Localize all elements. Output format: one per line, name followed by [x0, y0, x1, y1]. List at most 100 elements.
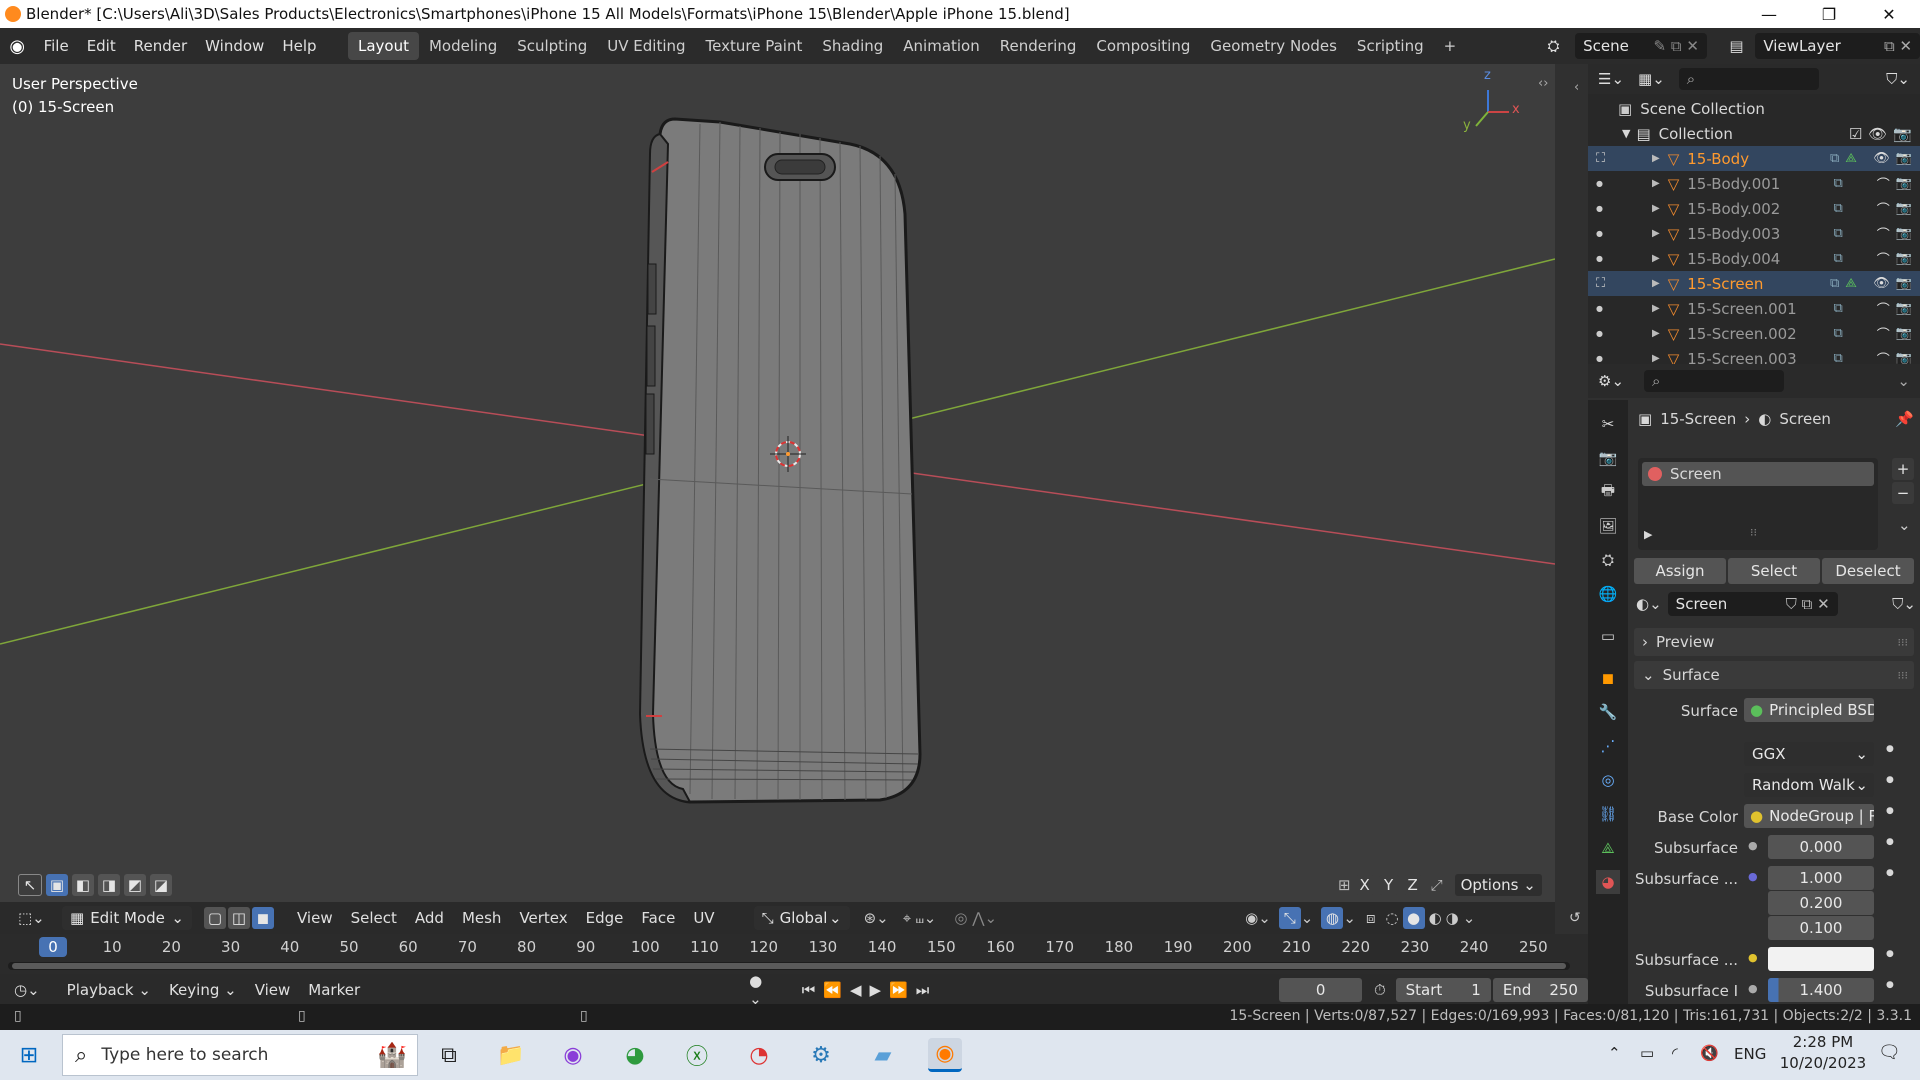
- gizmo-dropdown-icon[interactable]: ⌄: [1301, 909, 1314, 927]
- slot-specials-icon[interactable]: ⌄: [1898, 516, 1911, 534]
- viewport-menu-edge[interactable]: Edge: [577, 909, 633, 927]
- blender-menu-icon[interactable]: ◉: [0, 36, 35, 57]
- photo-app-icon[interactable]: ◉: [556, 1038, 590, 1072]
- collection-checkbox[interactable]: ☑: [1849, 125, 1862, 143]
- visibility-icon[interactable]: ◉⌄: [1245, 909, 1271, 927]
- rendered-shading-icon[interactable]: ◑: [1446, 909, 1459, 927]
- properties-editor-icon[interactable]: ⚙⌄: [1598, 372, 1624, 390]
- remove-slot-button[interactable]: −: [1892, 482, 1914, 504]
- collection-expand-icon[interactable]: ▼: [1622, 127, 1630, 140]
- region-toggle-strip[interactable]: ‹ ↺: [1555, 64, 1588, 934]
- deselect-button[interactable]: Deselect: [1822, 558, 1914, 584]
- dot-icon[interactable]: ●: [1596, 354, 1614, 363]
- outliner-item[interactable]: ● ▶ ▽ 15-Screen.002 ⧉ ⌒ 📷: [1588, 321, 1920, 346]
- marker-menu[interactable]: Marker: [299, 981, 369, 999]
- keyframe-dot-icon[interactable]: ●: [1886, 744, 1894, 754]
- mode-selector[interactable]: ▦ Edit Mode ⌄: [62, 906, 192, 930]
- preview-section[interactable]: › Preview ⁝⁝⁝: [1634, 628, 1914, 656]
- snap-icon[interactable]: ⌖ ⧢⌄: [903, 909, 937, 927]
- tab-uv-editing[interactable]: UV Editing: [597, 32, 695, 60]
- select-invert-icon[interactable]: ◩: [124, 874, 146, 896]
- tab-compositing[interactable]: Compositing: [1086, 32, 1200, 60]
- language-indicator[interactable]: ENG: [1734, 1045, 1766, 1063]
- taskbar-search-box[interactable]: ⌕ Type here to search 🏰: [62, 1034, 418, 1076]
- tab-layout[interactable]: Layout: [347, 32, 419, 60]
- material-browse-icon[interactable]: ◐⌄: [1636, 595, 1662, 613]
- view-layer-tab-icon[interactable]: 🖼: [1596, 514, 1620, 538]
- keyframe-dot-icon[interactable]: ●: [1886, 949, 1894, 959]
- notes-app-icon[interactable]: ▰: [866, 1038, 900, 1072]
- particles-tab-icon[interactable]: ⋰: [1596, 734, 1620, 758]
- proportional-edit-icon[interactable]: ◎ ⋀⌄: [954, 909, 997, 927]
- object-tab-icon[interactable]: ◼: [1596, 666, 1620, 690]
- eye-icon[interactable]: 👁: [1873, 151, 1890, 166]
- dot-icon[interactable]: ●: [1596, 204, 1614, 213]
- eye-closed-icon[interactable]: ⌒: [1877, 224, 1890, 243]
- camera-icon[interactable]: 📷: [1896, 351, 1912, 364]
- outliner-search-input[interactable]: ⌕: [1678, 68, 1819, 90]
- options-dropdown[interactable]: Options ⌄: [1454, 874, 1542, 896]
- camera-icon[interactable]: 📷: [1896, 251, 1912, 266]
- scene-ops-icon[interactable]: ↺: [1569, 910, 1581, 926]
- vertex-select-icon[interactable]: ▢: [204, 907, 226, 929]
- pivot-icon[interactable]: ⊛⌄: [864, 909, 889, 927]
- end-frame-field[interactable]: End 250: [1492, 978, 1588, 1002]
- filter-icon[interactable]: ⛉⌄: [1886, 70, 1910, 88]
- expand-icon[interactable]: ▶: [1652, 303, 1660, 314]
- editor-type-icon[interactable]: ⬚⌄: [18, 909, 52, 927]
- expand-icon[interactable]: ▶: [1652, 153, 1660, 164]
- outliner-display-mode-icon[interactable]: ▦⌄: [1638, 70, 1665, 88]
- scene-collection-row[interactable]: ▣ Scene Collection: [1588, 96, 1920, 121]
- keyframe-dot-icon[interactable]: ●: [1886, 868, 1894, 878]
- subsurface-color-swatch[interactable]: [1768, 947, 1874, 971]
- properties-search-input[interactable]: ⌕: [1644, 370, 1785, 392]
- timeline-scrollbar[interactable]: [8, 962, 1570, 970]
- expand-icon[interactable]: ▶: [1652, 228, 1660, 239]
- dot-icon[interactable]: ●: [1596, 179, 1614, 188]
- wireframe-shading-icon[interactable]: ◌: [1385, 909, 1398, 927]
- expand-icon[interactable]: ▶: [1652, 353, 1660, 364]
- camera-icon[interactable]: 📷: [1896, 301, 1912, 316]
- menu-help[interactable]: Help: [273, 37, 325, 55]
- jump-start-icon[interactable]: ⏮: [802, 981, 816, 999]
- playback-menu[interactable]: Playback ⌄: [58, 981, 160, 999]
- menu-edit[interactable]: Edit: [78, 37, 125, 55]
- jump-end-icon[interactable]: ⏭: [916, 981, 930, 999]
- outliner-item[interactable]: ● ▶ ▽ 15-Body.004 ⧉ ⌒ 📷: [1588, 246, 1920, 271]
- modifier-tab-icon[interactable]: 🔧: [1596, 700, 1620, 724]
- physics-tab-icon[interactable]: ◎: [1596, 768, 1620, 792]
- collection-row[interactable]: ▼ ▤ Collection ☑ 👁 📷: [1588, 121, 1920, 146]
- axis-z-button[interactable]: Z: [1402, 875, 1423, 895]
- material-tab-icon[interactable]: ◕: [1596, 870, 1620, 894]
- data-tab-icon[interactable]: ⟁: [1596, 836, 1620, 860]
- tab-texture-paint[interactable]: Texture Paint: [696, 32, 813, 60]
- expand-icon[interactable]: ▶: [1652, 178, 1660, 189]
- tray-chevron-icon[interactable]: ⌃: [1608, 1044, 1621, 1062]
- scene-tab-icon[interactable]: ⛭: [1596, 548, 1620, 572]
- expand-icon[interactable]: ▶: [1652, 203, 1660, 214]
- eye-closed-icon[interactable]: ⌒: [1877, 349, 1890, 364]
- select-extend-icon[interactable]: ◧: [72, 874, 94, 896]
- view-layer-selector[interactable]: ViewLayer ⧉ ✕: [1755, 33, 1920, 59]
- axis-x-button[interactable]: X: [1354, 875, 1375, 895]
- eye-closed-icon[interactable]: ⌒: [1877, 249, 1890, 268]
- distribution-dropdown[interactable]: GGX ⌄: [1744, 742, 1874, 766]
- menu-file[interactable]: File: [35, 37, 78, 55]
- gizmo-toggle-icon[interactable]: ⤡: [1278, 907, 1301, 929]
- dot-icon[interactable]: ●: [1596, 304, 1614, 313]
- collapse-arrow-icon[interactable]: ‹: [1574, 80, 1579, 95]
- axis-y-button[interactable]: Y: [1378, 875, 1399, 895]
- scene-icon[interactable]: ⛭: [1547, 37, 1575, 55]
- camera-icon[interactable]: 📷: [1896, 276, 1912, 291]
- camera-icon[interactable]: 📷: [1896, 151, 1912, 166]
- viewport-menu-vertex[interactable]: Vertex: [510, 909, 576, 927]
- timeline-editor-icon[interactable]: ◷⌄: [14, 981, 40, 999]
- outliner-item[interactable]: ● ▶ ▽ 15-Body.002 ⧉ ⌒ 📷: [1588, 196, 1920, 221]
- xbox-icon[interactable]: ⓧ: [680, 1038, 714, 1072]
- output-tab-icon[interactable]: 🖶: [1596, 480, 1620, 504]
- close-button[interactable]: ✕: [1860, 0, 1918, 28]
- viewport-menu-view[interactable]: View: [288, 909, 342, 927]
- start-frame-field[interactable]: Start 1: [1395, 978, 1491, 1002]
- menu-render[interactable]: Render: [125, 37, 196, 55]
- eye-closed-icon[interactable]: ⌒: [1877, 174, 1890, 193]
